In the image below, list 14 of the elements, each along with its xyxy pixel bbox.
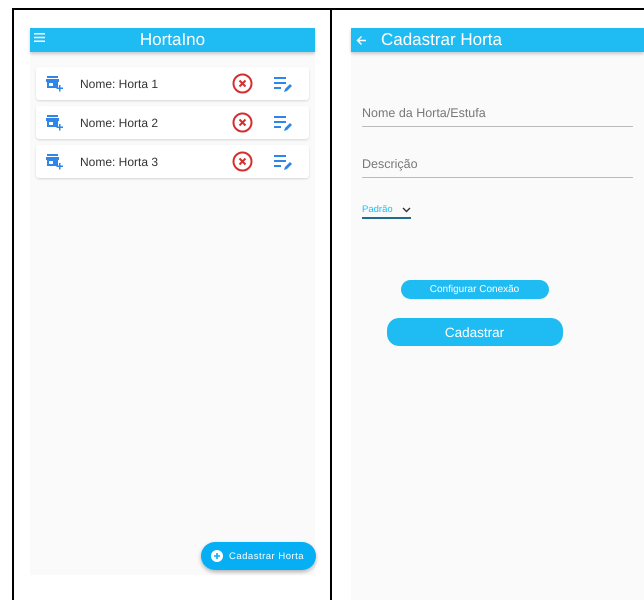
item-name: Nome: Horta 3 [80, 154, 160, 168]
add-garden-button[interactable]: Cadastrar Horta [201, 542, 316, 570]
list-card[interactable]: Nome: Horta 1 [36, 67, 309, 100]
input-field[interactable]: Nome da Horta/Estufa [362, 100, 633, 127]
app-title: Cadastrar Horta [381, 30, 502, 50]
configure-connection-button[interactable]: Configurar Conexão [400, 280, 548, 299]
register-button[interactable]: Cadastrar [386, 318, 562, 346]
input-field[interactable]: Descrição [362, 151, 633, 178]
type-dropdown[interactable]: Padrão [362, 202, 411, 219]
list-card[interactable]: Nome: Horta 2 [36, 106, 309, 139]
item-name: Nome: Horta 1 [80, 76, 160, 90]
app-title: HortaIno [140, 30, 206, 50]
list-card[interactable]: Nome: Horta 3 [36, 145, 309, 178]
item-name: Nome: Horta 2 [80, 116, 160, 130]
